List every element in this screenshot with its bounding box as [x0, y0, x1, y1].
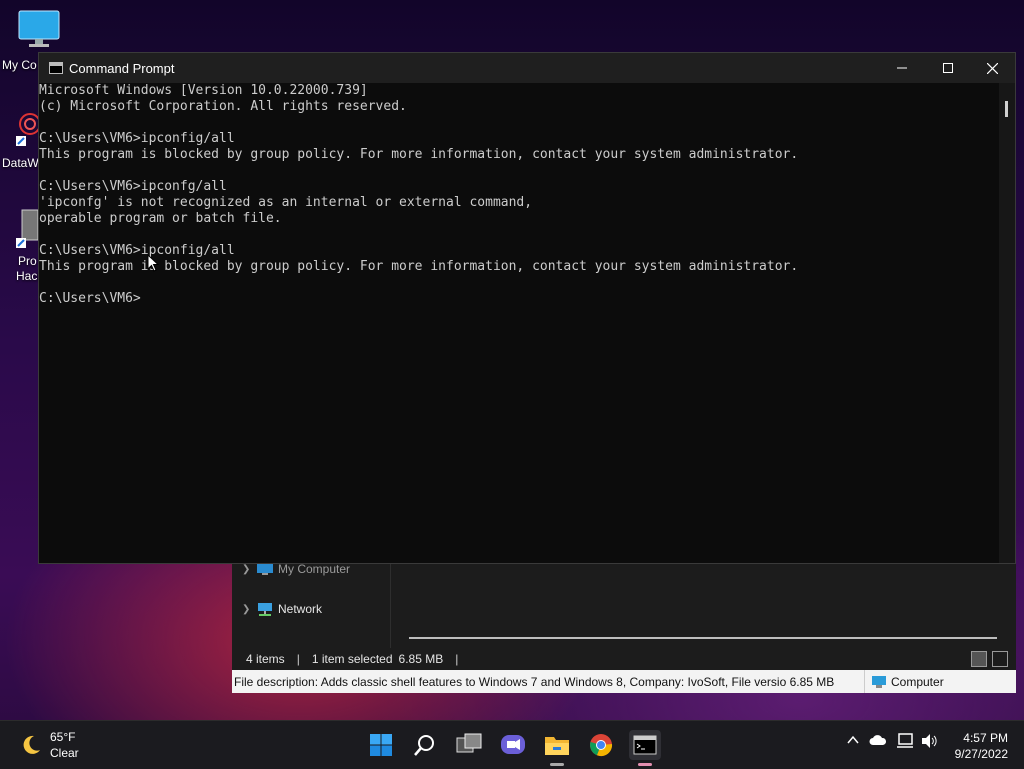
computer-icon	[257, 563, 273, 575]
close-button[interactable]	[969, 53, 1015, 83]
console-line: This program is blocked by group policy.…	[39, 259, 799, 274]
file-explorer-window: ❯ My Computer ❯ Network 4 items | 1 item…	[232, 555, 1016, 693]
zone-indicator: Computer	[864, 670, 944, 693]
desktop-icon-label[interactable]: DataW	[2, 156, 39, 170]
console-line: This program is blocked by group policy.…	[39, 147, 799, 162]
console-line: (c) Microsoft Corporation. All rights re…	[39, 99, 407, 114]
navigation-pane: ❯ My Computer ❯ Network	[232, 555, 391, 648]
show-hidden-icons-button[interactable]	[846, 733, 860, 752]
console-line: C:\Users\VM6>ipconfig/all	[39, 243, 235, 258]
selection-count: 1 item selected	[311, 652, 393, 666]
chevron-right-icon[interactable]: ❯	[242, 564, 256, 575]
weather-condition: Clear	[50, 746, 79, 760]
process-hacker-icon[interactable]	[14, 208, 40, 252]
my-computer-icon[interactable]	[18, 10, 60, 48]
chat-icon	[501, 735, 525, 754]
file-explorer-icon	[545, 737, 569, 755]
command-prompt-window[interactable]: Command Prompt Microsoft Windows [Versio…	[38, 52, 1016, 564]
file-explorer-button[interactable]	[542, 730, 572, 766]
chrome-icon	[590, 734, 613, 757]
clock-time: 4:57 PM	[963, 731, 1008, 745]
console-line: C:\Users\VM6>ipconfig/all	[39, 131, 235, 146]
clock[interactable]: 4:57 PM 9/27/2022	[955, 730, 1008, 762]
chrome-button[interactable]	[586, 730, 616, 760]
volume-button[interactable]	[921, 733, 939, 754]
status-bar: 4 items | 1 item selected 6.85 MB |	[232, 648, 1016, 670]
nav-item-network[interactable]: ❯ Network	[242, 599, 322, 619]
clock-date: 9/27/2022	[954, 747, 1008, 761]
command-prompt-taskbar-button[interactable]	[629, 730, 661, 766]
moon-icon	[23, 735, 40, 754]
console-line: C:\Users\VM6>	[39, 291, 141, 306]
scrollbar-thumb[interactable]	[1005, 101, 1008, 117]
item-count: 4 items	[246, 652, 285, 666]
chat-button[interactable]	[498, 730, 528, 760]
search-icon	[414, 735, 434, 756]
computer-icon	[872, 675, 886, 688]
task-view-icon	[456, 733, 482, 753]
nav-item-label: Network	[278, 602, 323, 616]
taskbar: 65°F Clear 4:57 PM 9/27/2022	[0, 720, 1024, 769]
task-view-button[interactable]	[454, 730, 484, 760]
network-status-button[interactable]	[896, 733, 914, 754]
command-prompt-icon	[49, 62, 63, 74]
speaker-icon	[922, 734, 937, 748]
console-line: operable program or batch file.	[39, 211, 282, 226]
console-output[interactable]: Microsoft Windows [Version 10.0.22000.73…	[39, 83, 999, 563]
mouse-cursor-icon	[147, 254, 159, 272]
close-icon	[986, 62, 998, 74]
running-indicator	[550, 763, 564, 766]
desktop-icon-label[interactable]: My Co	[2, 58, 37, 72]
active-indicator	[638, 763, 652, 766]
console-text[interactable]: Microsoft Windows [Version 10.0.22000.73…	[39, 83, 999, 307]
large-icons-view-button[interactable]	[992, 651, 1008, 667]
datawizard-icon[interactable]	[14, 106, 40, 146]
window-title: Command Prompt	[69, 60, 175, 76]
minimize-icon	[897, 67, 907, 69]
console-line: Microsoft Windows [Version 10.0.22000.73…	[39, 83, 368, 98]
desktop-icon-label[interactable]: Pro	[18, 254, 37, 268]
start-button[interactable]	[366, 730, 396, 760]
onedrive-button[interactable]	[869, 733, 887, 752]
network-icon	[258, 603, 272, 616]
chevron-up-icon	[847, 735, 859, 744]
vertical-scrollbar[interactable]	[999, 83, 1015, 563]
title-bar[interactable]: Command Prompt	[39, 53, 1015, 83]
selection-size: 6.85 MB	[398, 652, 444, 666]
details-view-button[interactable]	[971, 651, 987, 667]
minimize-button[interactable]	[879, 53, 925, 83]
command-prompt-icon	[633, 735, 657, 755]
horizontal-scrollbar[interactable]	[409, 637, 997, 639]
console-line: C:\Users\VM6>ipconfg/all	[39, 179, 227, 194]
start-icon	[370, 734, 392, 756]
file-info-bar: File description: Adds classic shell fea…	[232, 670, 1016, 693]
chevron-right-icon[interactable]: ❯	[242, 604, 256, 615]
maximize-icon	[943, 63, 953, 73]
cloud-icon	[869, 735, 887, 745]
network-icon	[897, 733, 913, 748]
desktop-icon-label[interactable]: Hacl	[16, 269, 40, 283]
weather-widget[interactable]: 65°F Clear	[20, 729, 79, 761]
maximize-button[interactable]	[925, 53, 971, 83]
file-description: File description: Adds classic shell fea…	[234, 674, 835, 689]
weather-temperature: 65°F	[50, 730, 76, 744]
console-line: 'ipconfg' is not recognized as an intern…	[39, 195, 533, 210]
search-button[interactable]	[410, 730, 440, 760]
nav-item-label: My Computer	[278, 562, 351, 576]
